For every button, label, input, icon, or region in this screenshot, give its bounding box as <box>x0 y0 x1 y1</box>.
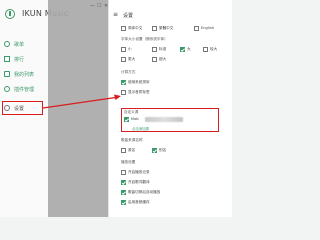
annotation-arrow <box>42 94 121 109</box>
screenshot-frame: IKUN Music 歌单 排行 我的列表 插件管理 设置 — ☐ ✕ ≡ 设置 <box>0 0 232 217</box>
